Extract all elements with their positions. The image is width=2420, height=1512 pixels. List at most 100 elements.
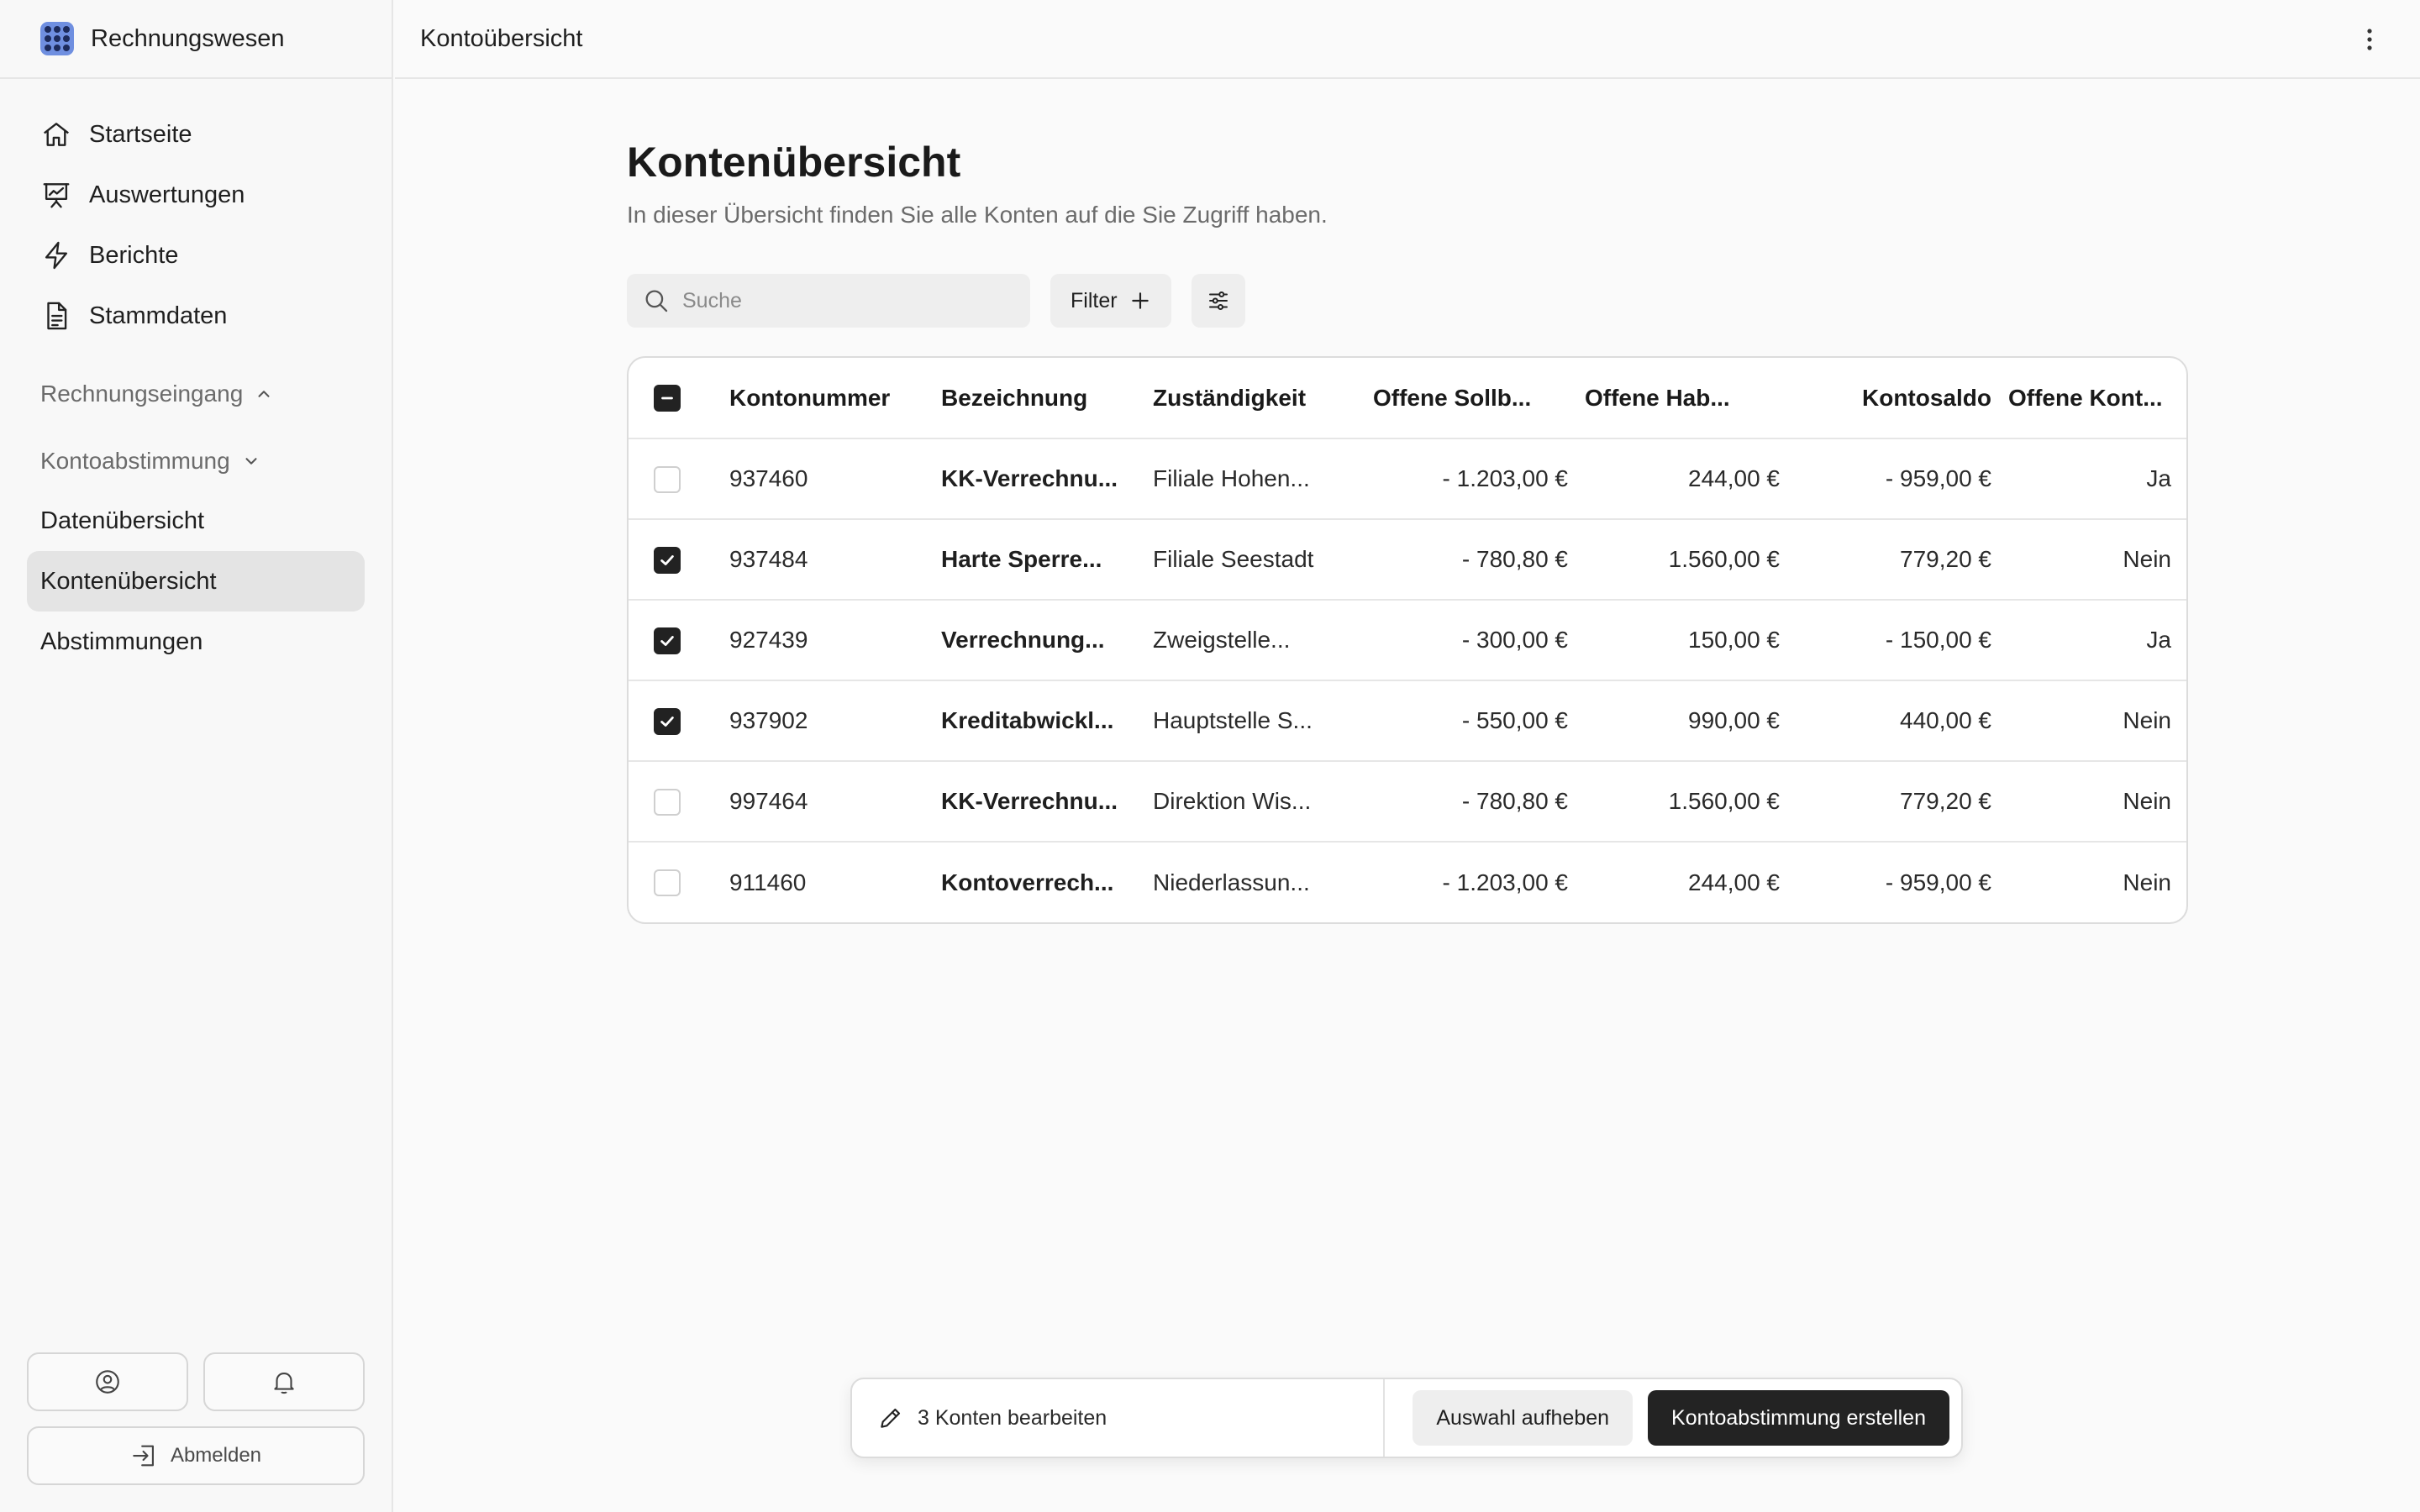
- column-settings-button[interactable]: [1191, 274, 1245, 328]
- section-kontoabstimmung[interactable]: Kontoabstimmung: [27, 432, 365, 491]
- cell-kontonummer: 911460: [729, 841, 941, 922]
- bell-icon: [274, 1373, 294, 1394]
- row-checkbox[interactable]: [654, 546, 681, 574]
- table-row[interactable]: 937902 Kreditabwickl... Hauptstelle S... - …: [629, 680, 2186, 761]
- chevron-up-icon: [258, 391, 270, 397]
- table-row[interactable]: 937460 KK-Verrechnu... Filiale Hohen... - 1…: [629, 438, 2186, 519]
- main-nav: Startseite Auswertungen Berichte Stammda…: [0, 79, 392, 672]
- cell-offene-kontoabstimmung: Ja: [2008, 599, 2186, 680]
- cell-kontosaldo: - 959,00 €: [1797, 438, 2008, 519]
- nav-item-berichte[interactable]: Berichte: [27, 225, 365, 286]
- cell-kontosaldo: 779,20 €: [1797, 518, 2008, 600]
- cell-kontosaldo: - 150,00 €: [1797, 599, 2008, 680]
- create-reconciliation-button[interactable]: Kontoabstimmung erstellen: [1648, 1390, 1949, 1446]
- brand[interactable]: Rechnungswesen: [0, 0, 392, 79]
- cell-offene-sollbuchungen: - 1.203,00 €: [1373, 841, 1585, 922]
- sidebar-item-kontenuebersicht[interactable]: Kontenübersicht: [27, 551, 365, 612]
- section-label: Rechnungseingang: [40, 381, 244, 407]
- minus-icon: [661, 396, 673, 400]
- row-checkbox[interactable]: [654, 627, 681, 654]
- action-buttons: Auswahl aufheben Kontoabstimmung erstell…: [1385, 1390, 1961, 1446]
- cell-offene-sollbuchungen: - 1.203,00 €: [1373, 438, 1585, 519]
- clear-label: Auswahl aufheben: [1436, 1405, 1610, 1430]
- filter-button[interactable]: Filter: [1050, 274, 1171, 328]
- table-row[interactable]: 997464 KK-Verrechnu... Direktion Wis... - 7…: [629, 760, 2186, 842]
- sub-label: Datenübersicht: [40, 507, 205, 534]
- cell-zustaendigkeit: Hauptstelle S...: [1153, 680, 1373, 761]
- sub-label: Abstimmungen: [40, 627, 203, 655]
- cell-offene-habenbuchungen: 990,00 €: [1585, 680, 1797, 761]
- edit-label: 3 Konten bearbeiten: [918, 1405, 1107, 1430]
- nav-label: Startseite: [89, 120, 192, 148]
- logout-label: Abmelden: [170, 1444, 262, 1467]
- col-offene-habenbuchungen[interactable]: Offene Hab...: [1585, 358, 1797, 438]
- sidebar-footer: Abmelden: [27, 1352, 365, 1485]
- plus-icon: [1131, 292, 1149, 309]
- cell-offene-habenbuchungen: 244,00 €: [1585, 438, 1797, 519]
- user-circle-icon: [96, 1370, 119, 1394]
- col-offene-sollbuchungen[interactable]: Offene Sollb...: [1373, 358, 1585, 438]
- cell-zustaendigkeit: Niederlassun...: [1153, 841, 1373, 922]
- lightning-icon: [45, 241, 68, 270]
- page-description: In dieser Übersicht finden Sie alle Kont…: [627, 202, 1328, 228]
- col-zustaendigkeit[interactable]: Zuständigkeit: [1153, 358, 1373, 438]
- logout-button[interactable]: Abmelden: [27, 1426, 365, 1485]
- cell-bezeichnung: Harte Sperre...: [941, 518, 1153, 600]
- cell-bezeichnung: Kreditabwickl...: [941, 680, 1153, 761]
- row-select-cell: [629, 599, 729, 680]
- cell-kontosaldo: - 959,00 €: [1797, 841, 2008, 922]
- col-kontonummer[interactable]: Kontonummer: [729, 358, 941, 438]
- nav-item-auswertungen[interactable]: Auswertungen: [27, 165, 365, 225]
- table-row[interactable]: 911460 Kontoverrech... Niederlassun... - 1.…: [629, 841, 2186, 922]
- nav-label: Stammdaten: [89, 302, 228, 329]
- brand-name: Rechnungswesen: [91, 24, 285, 52]
- cell-kontonummer: 927439: [729, 599, 941, 680]
- cell-bezeichnung: Kontoverrech...: [941, 841, 1153, 922]
- row-checkbox[interactable]: [654, 465, 681, 493]
- presentation-chart-icon: [43, 183, 70, 208]
- toolbar: Filter: [627, 274, 2188, 328]
- accounts-table: Kontonummer Bezeichnung Zuständigkeit Of…: [627, 356, 2188, 924]
- home-icon: [44, 123, 69, 146]
- search-input[interactable]: [682, 288, 1002, 313]
- cell-kontonummer: 937460: [729, 438, 941, 519]
- col-offene-kontoabstimmung[interactable]: Offene Kont...: [2008, 358, 2186, 438]
- logout-icon: [133, 1445, 154, 1467]
- sidebar-item-abstimmungen[interactable]: Abstimmungen: [27, 612, 365, 672]
- cell-offene-sollbuchungen: - 780,80 €: [1373, 760, 1585, 842]
- cell-bezeichnung: KK-Verrechnu...: [941, 438, 1153, 519]
- cell-zustaendigkeit: Zweigstelle...: [1153, 599, 1373, 680]
- cell-offene-kontoabstimmung: Nein: [2008, 760, 2186, 842]
- clear-selection-button[interactable]: Auswahl aufheben: [1413, 1390, 1634, 1446]
- notifications-button[interactable]: [203, 1352, 365, 1411]
- chevron-down-icon: [245, 458, 257, 465]
- select-all-checkbox[interactable]: [654, 385, 681, 412]
- cell-offene-habenbuchungen: 1.560,00 €: [1585, 518, 1797, 600]
- profile-button[interactable]: [27, 1352, 188, 1411]
- nav-item-stammdaten[interactable]: Stammdaten: [27, 286, 365, 346]
- pencil-icon: [881, 1408, 901, 1428]
- more-vertical-icon[interactable]: [2366, 27, 2373, 52]
- row-checkbox[interactable]: [654, 788, 681, 816]
- sidebar-item-datenuebersicht[interactable]: Datenübersicht: [27, 491, 365, 551]
- row-checkbox[interactable]: [654, 869, 681, 897]
- table-row[interactable]: 937484 Harte Sperre... Filiale Seestadt - 7…: [629, 518, 2186, 600]
- check-icon: [660, 716, 674, 727]
- cell-kontonummer: 997464: [729, 760, 941, 842]
- document-icon: [47, 302, 67, 330]
- nav-item-startseite[interactable]: Startseite: [27, 104, 365, 165]
- col-kontosaldo[interactable]: Kontosaldo: [1797, 358, 2008, 438]
- cell-offene-habenbuchungen: 1.560,00 €: [1585, 760, 1797, 842]
- section-label: Kontoabstimmung: [40, 448, 230, 474]
- row-select-cell: [629, 680, 729, 761]
- table-row[interactable]: 927439 Verrechnung... Zweigstelle... - 300,…: [629, 599, 2186, 680]
- col-bezeichnung[interactable]: Bezeichnung: [941, 358, 1153, 438]
- filter-label: Filter: [1071, 288, 1118, 312]
- cell-kontonummer: 937484: [729, 518, 941, 600]
- edit-accounts-button[interactable]: 3 Konten bearbeiten: [852, 1379, 1385, 1457]
- search-box[interactable]: [627, 274, 1030, 328]
- row-checkbox[interactable]: [654, 707, 681, 735]
- selection-action-bar: 3 Konten bearbeiten Auswahl aufheben Kon…: [850, 1378, 1963, 1458]
- cell-bezeichnung: Verrechnung...: [941, 599, 1153, 680]
- section-rechnungseingang[interactable]: Rechnungseingang: [27, 365, 365, 423]
